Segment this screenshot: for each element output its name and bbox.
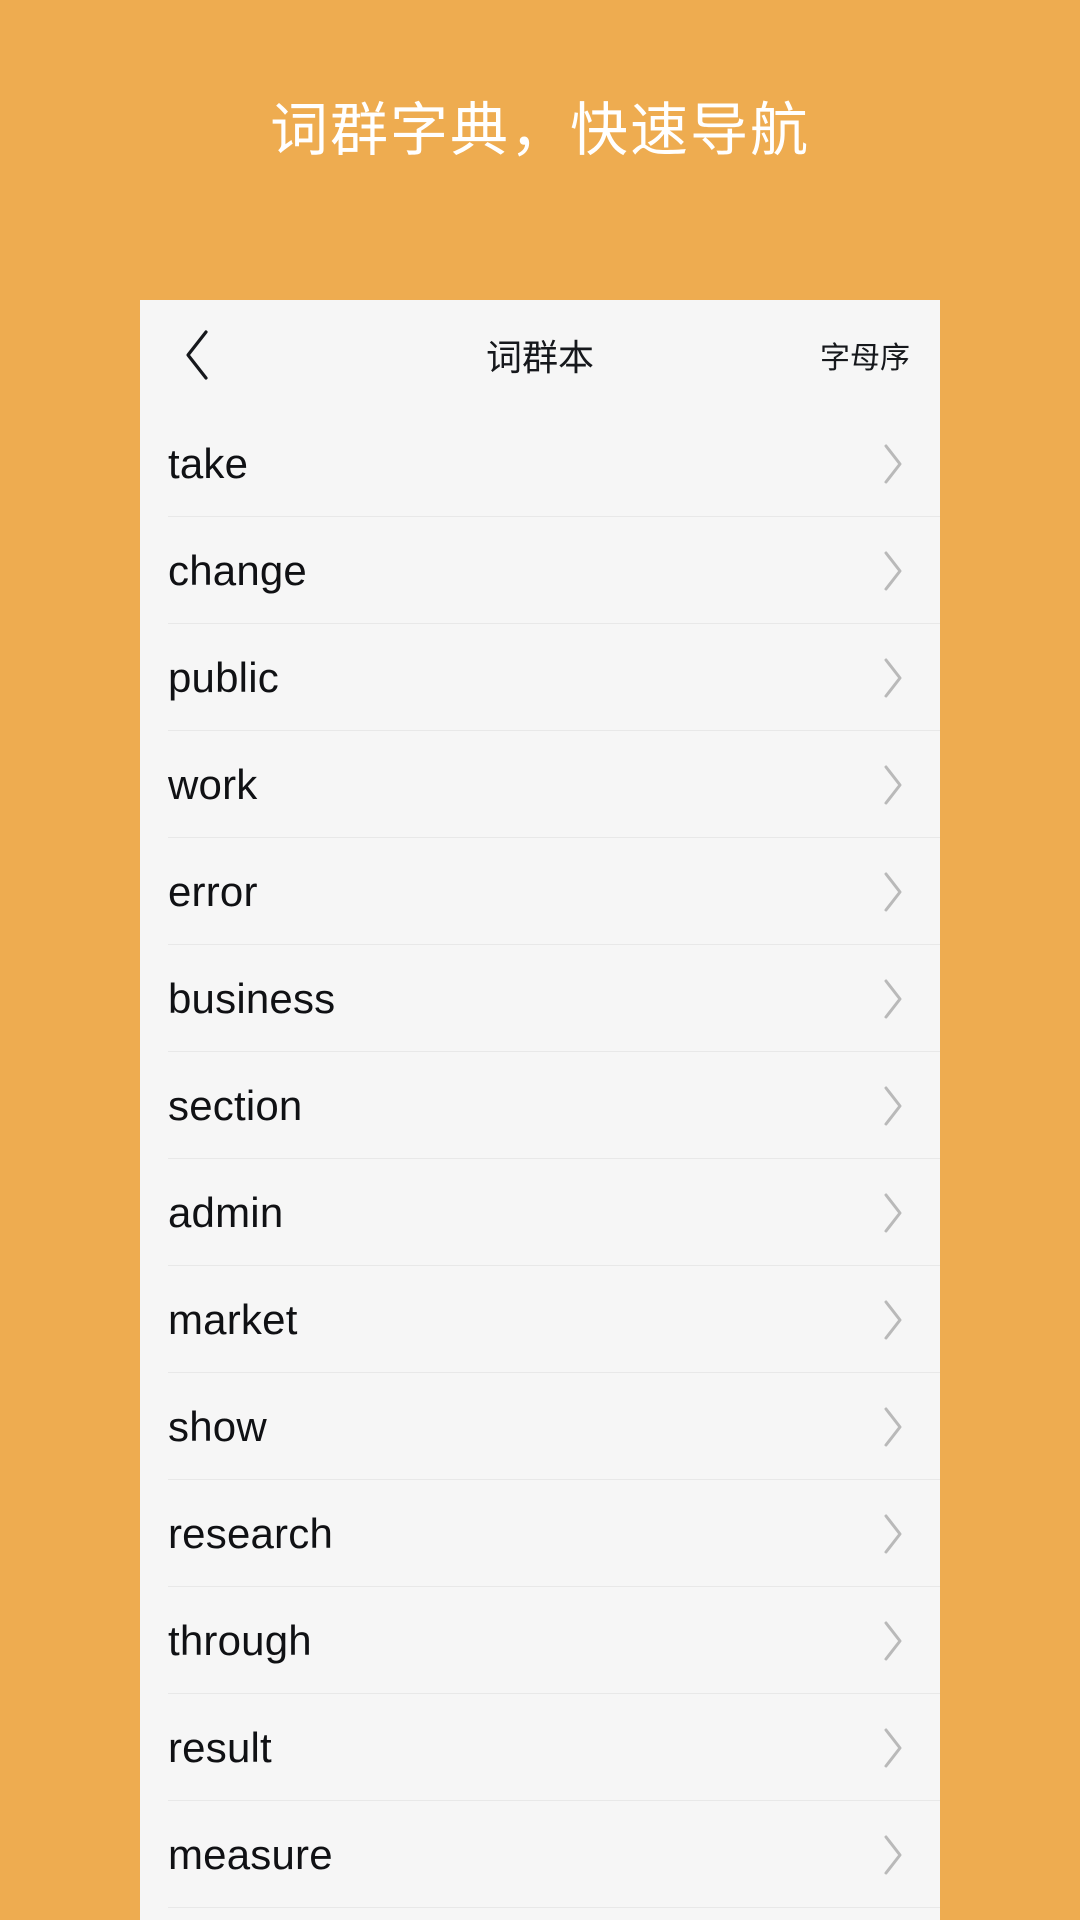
chevron-right-icon (880, 1619, 906, 1663)
chevron-right-icon (880, 1191, 906, 1235)
list-item-label: take (168, 439, 249, 487)
list-item-label: research (168, 1509, 334, 1557)
sort-alphabetical-button[interactable]: 字母序 (820, 333, 910, 377)
list-item[interactable]: show (140, 1373, 940, 1480)
list-item[interactable]: measure (140, 1801, 940, 1908)
list-item[interactable]: research (140, 1480, 940, 1587)
list-item-label: market (168, 1295, 298, 1343)
list-item[interactable]: result (140, 1694, 940, 1801)
list-item-label: public (168, 653, 279, 701)
phone-screen-card: 词群本 字母序 take change public work error busines… (140, 300, 940, 1920)
list-item-label: work (168, 760, 258, 808)
list-item-label: section (168, 1081, 303, 1129)
list-item-label: admin (168, 1188, 284, 1236)
list-item[interactable]: error (140, 838, 940, 945)
list-item[interactable]: admin (140, 1159, 940, 1266)
list-item[interactable]: take (140, 410, 940, 517)
list-item[interactable]: market (140, 1266, 940, 1373)
list-item-label: measure (168, 1830, 333, 1878)
chevron-right-icon (880, 1405, 906, 1449)
list-item-label: error (168, 867, 258, 915)
chevron-right-icon (880, 1298, 906, 1342)
list-item[interactable]: business (140, 945, 940, 1052)
chevron-right-icon (880, 977, 906, 1021)
chevron-right-icon (880, 870, 906, 914)
chevron-right-icon (880, 1726, 906, 1770)
list-item[interactable]: work (140, 731, 940, 838)
list-item-label: show (168, 1402, 267, 1450)
promo-headline: 词群字典，快速导航 (269, 96, 810, 164)
chevron-right-icon (880, 763, 906, 807)
chevron-right-icon (880, 1833, 906, 1877)
chevron-right-icon (880, 442, 906, 486)
list-item[interactable]: through (140, 1587, 940, 1694)
list-item-label: through (168, 1616, 312, 1664)
chevron-right-icon (880, 1512, 906, 1556)
list-item-label: change (168, 546, 307, 594)
chevron-right-icon (880, 549, 906, 593)
navigation-bar: 词群本 字母序 (140, 300, 940, 410)
list-item[interactable]: change (140, 517, 940, 624)
chevron-right-icon (880, 1084, 906, 1128)
chevron-right-icon (880, 656, 906, 700)
list-item[interactable]: section (140, 1052, 940, 1159)
list-item[interactable]: public (140, 624, 940, 731)
list-item-label: business (168, 974, 336, 1022)
word-group-list: take change public work error business section… (140, 410, 940, 1908)
list-item-label: result (168, 1723, 272, 1771)
